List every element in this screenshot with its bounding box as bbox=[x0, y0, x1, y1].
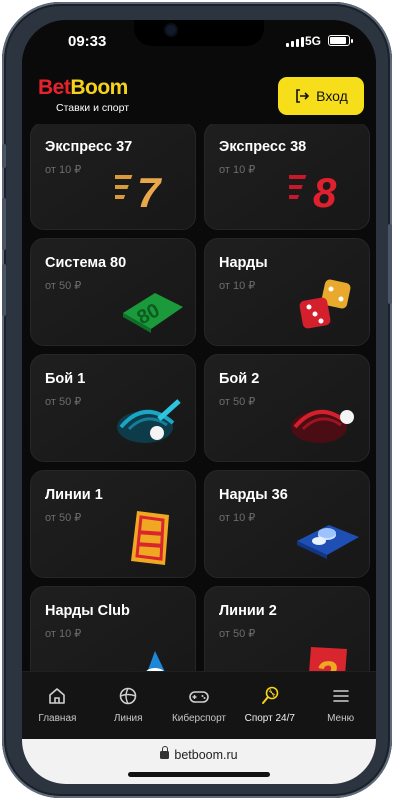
browser-url-bar[interactable]: betboom.ru bbox=[22, 739, 376, 784]
game-price: от 50 ₽ bbox=[45, 512, 82, 524]
url-text: betboom.ru bbox=[174, 748, 238, 762]
game-card-backgammon-36[interactable]: Нарды 36 от 10 ₽ bbox=[204, 470, 370, 578]
game-price: от 50 ₽ bbox=[219, 396, 256, 408]
game-price: от 10 ₽ bbox=[45, 628, 82, 640]
svg-text:7: 7 bbox=[137, 169, 162, 216]
svg-text:2: 2 bbox=[314, 654, 337, 671]
signal-icon bbox=[286, 37, 304, 47]
game-price: от 50 ₽ bbox=[45, 396, 82, 408]
nav-label: Меню bbox=[327, 713, 355, 724]
gamepad-icon bbox=[189, 691, 209, 703]
game-card-express-37[interactable]: Экспресс 37 от 10 ₽ 7 bbox=[30, 124, 196, 230]
game-card-fight-2[interactable]: Бой 2 от 50 ₽ bbox=[204, 354, 370, 462]
lock-icon bbox=[160, 746, 170, 759]
betboom-logo[interactable]: BetBoom bbox=[38, 76, 128, 100]
lines-2-icon: 2 bbox=[309, 647, 347, 671]
login-icon bbox=[296, 89, 310, 103]
status-time: 09:33 bbox=[68, 33, 107, 50]
express-38-icon: 8 bbox=[289, 169, 337, 216]
fight-2-icon bbox=[291, 409, 354, 443]
power-button bbox=[388, 224, 392, 304]
game-title: Система 80 bbox=[45, 255, 127, 271]
game-card-lines-2[interactable]: Линии 2 от 50 ₽ 2 bbox=[204, 586, 370, 671]
network-type: 5G bbox=[305, 34, 322, 48]
ball-icon bbox=[119, 687, 137, 705]
game-title: Экспресс 37 bbox=[45, 139, 133, 155]
menu-icon bbox=[332, 690, 349, 702]
game-price: от 10 ₽ bbox=[45, 164, 82, 176]
backgammon-club-icon bbox=[146, 651, 165, 671]
nav-label: Спорт 24/7 bbox=[244, 713, 295, 724]
nav-label: Главная bbox=[38, 713, 77, 724]
game-title: Нарды bbox=[219, 255, 268, 271]
volume-down-button bbox=[2, 264, 6, 316]
dice-icon bbox=[299, 279, 351, 329]
logo-text-boom: Boom bbox=[70, 76, 128, 99]
nav-label: Киберспорт bbox=[171, 713, 227, 724]
bottom-nav: Главная Линия Киберспорт Спорт 24/7 Меню bbox=[22, 671, 376, 739]
app-header: BetBoom Ставки и спорт Вход bbox=[22, 66, 376, 124]
nav-sport-24-7[interactable]: Спорт 24/7 bbox=[234, 672, 305, 739]
racket-icon bbox=[261, 686, 279, 704]
game-title: Нарды 36 bbox=[219, 487, 288, 503]
game-card-lines-1[interactable]: Линии 1 от 50 ₽ bbox=[30, 470, 196, 578]
game-price: от 10 ₽ bbox=[219, 280, 256, 292]
backgammon-36-icon bbox=[297, 525, 359, 559]
phone-frame: 09:33 5G BetBoom Ставки и спорт Вход Экс… bbox=[2, 2, 392, 798]
volume-up-button bbox=[2, 198, 6, 250]
game-price: от 50 ₽ bbox=[45, 280, 82, 292]
game-price: от 10 ₽ bbox=[219, 512, 256, 524]
express-37-icon: 7 bbox=[115, 169, 162, 216]
status-bar: 09:33 5G bbox=[22, 20, 376, 66]
game-card-backgammon-club[interactable]: Нарды Club от 10 ₽ bbox=[30, 586, 196, 671]
camera-icon bbox=[166, 25, 176, 35]
nav-line[interactable]: Линия bbox=[93, 672, 164, 739]
game-card-system-80[interactable]: Система 80 от 50 ₽ 80 bbox=[30, 238, 196, 346]
svg-text:8: 8 bbox=[313, 169, 337, 216]
nav-home[interactable]: Главная bbox=[22, 672, 93, 739]
game-title: Линии 1 bbox=[45, 487, 103, 503]
lines-1-icon bbox=[131, 511, 169, 565]
game-title: Экспресс 38 bbox=[219, 139, 307, 155]
home-icon bbox=[49, 688, 66, 704]
game-card-dice[interactable]: Нарды от 10 ₽ bbox=[204, 238, 370, 346]
game-card-fight-1[interactable]: Бой 1 от 50 ₽ bbox=[30, 354, 196, 462]
game-title: Нарды Club bbox=[45, 603, 130, 619]
silent-switch bbox=[2, 144, 6, 168]
system-80-icon: 80 bbox=[123, 293, 183, 333]
game-title: Линии 2 bbox=[219, 603, 277, 619]
nav-esports[interactable]: Киберспорт bbox=[164, 672, 235, 739]
game-title: Бой 2 bbox=[219, 371, 260, 387]
dynamic-island bbox=[134, 20, 264, 46]
home-indicator[interactable] bbox=[128, 772, 270, 777]
battery-icon bbox=[328, 35, 353, 46]
fight-1-icon bbox=[117, 399, 181, 443]
logo-tagline: Ставки и спорт bbox=[56, 102, 130, 114]
game-card-express-38[interactable]: Экспресс 38 от 10 ₽ 8 bbox=[204, 124, 370, 230]
nav-menu[interactable]: Меню bbox=[305, 672, 376, 739]
nav-label: Линия bbox=[113, 713, 143, 724]
game-price: от 50 ₽ bbox=[219, 628, 256, 640]
screen: 09:33 5G BetBoom Ставки и спорт Вход Экс… bbox=[22, 20, 376, 784]
logo-text-bet: Bet bbox=[38, 76, 71, 99]
games-grid: Экспресс 37 от 10 ₽ 7 Экспресс 38 от 10 … bbox=[22, 124, 376, 671]
url-display[interactable]: betboom.ru bbox=[22, 746, 376, 762]
game-price: от 10 ₽ bbox=[219, 164, 256, 176]
game-title: Бой 1 bbox=[45, 371, 86, 387]
login-label: Вход bbox=[316, 88, 348, 104]
login-button[interactable]: Вход bbox=[278, 77, 364, 115]
